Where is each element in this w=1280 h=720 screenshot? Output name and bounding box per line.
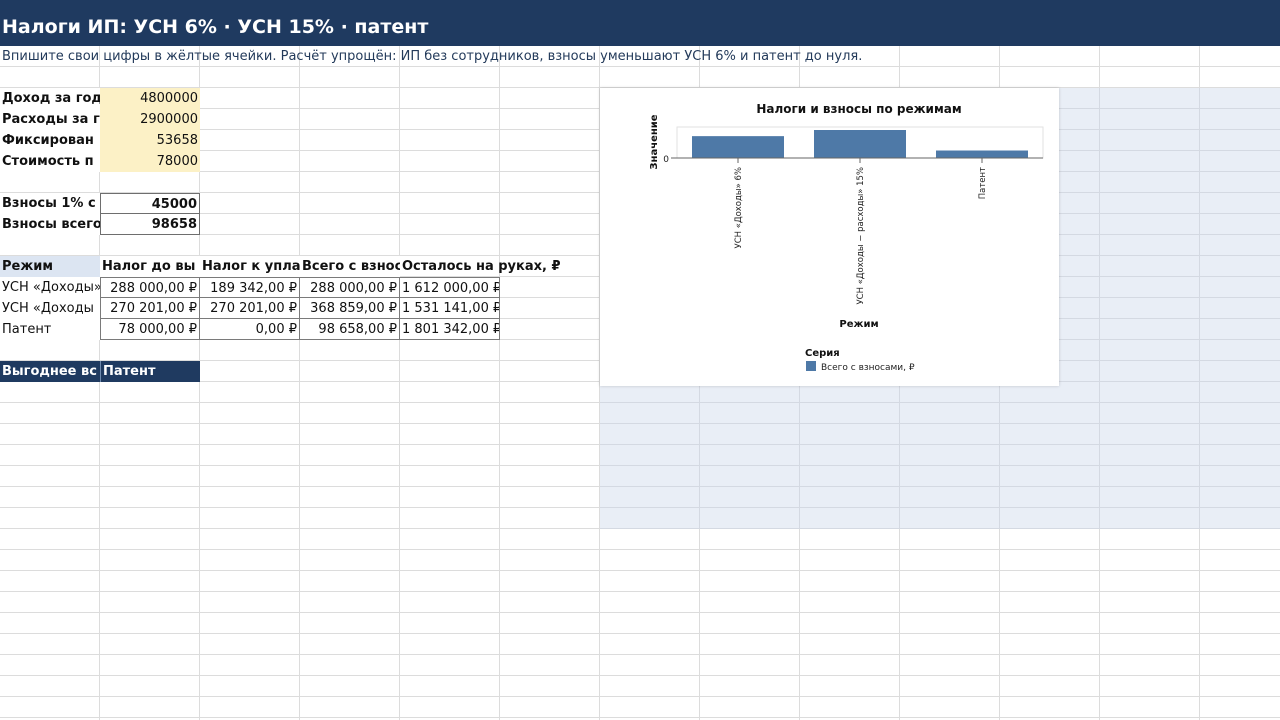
x-tick-label-3: Патент: [978, 167, 988, 199]
contrib-1pct-value[interactable]: 45000: [100, 193, 200, 214]
table-row-2-tax-before[interactable]: 270 201,00 ₽: [100, 298, 200, 319]
input-patent-cost[interactable]: 78000: [100, 151, 200, 172]
input-label-fixed: Фиксирован: [0, 130, 100, 151]
input-label-patent-cost: Стоимость п: [0, 151, 100, 172]
table-row-2-total[interactable]: 368 859,00 ₽: [300, 298, 400, 319]
table-header-mode: Режим: [0, 256, 100, 277]
table-row-2-mode[interactable]: УСН «Доходы: [0, 298, 100, 319]
legend-swatch: [806, 361, 816, 371]
x-tick-label-2: УСН «Доходы − расходы» 15%: [856, 167, 866, 305]
contrib-label-total: Взносы всего: [0, 214, 100, 235]
table-row-1-mode[interactable]: УСН «Доходы»: [0, 277, 100, 298]
bar-2: [814, 130, 906, 158]
bar-chart: Налоги и взносы по режимам Значение 0 УСН «…: [649, 102, 1044, 373]
table-row-3-tax-before[interactable]: 78 000,00 ₽: [100, 319, 200, 340]
x-axis-label: Режим: [839, 319, 878, 330]
table-row-1-remaining[interactable]: 1 612 000,00 ₽: [400, 277, 500, 298]
table-header-total: Всего с взнос: [300, 256, 400, 277]
legend-title: Серия: [805, 348, 840, 359]
chart-title: Налоги и взносы по режимам: [756, 102, 961, 116]
contrib-total-value[interactable]: 98658: [100, 214, 200, 235]
table-row-2-remaining[interactable]: 1 531 141,00 ₽: [400, 298, 500, 319]
contrib-label-1pct: Взносы 1% с: [0, 193, 100, 214]
table-header-tax-before: Налог до вы: [100, 256, 200, 277]
y-tick-label: 0: [663, 155, 669, 165]
input-expenses[interactable]: 2900000: [100, 109, 200, 130]
table-row-1-tax-before[interactable]: 288 000,00 ₽: [100, 277, 200, 298]
bar-3: [936, 150, 1028, 158]
best-option-label: Выгоднее вс: [0, 361, 100, 382]
y-axis-label: Значение: [649, 114, 660, 169]
page-title: Налоги ИП: УСН 6% · УСН 15% · патент: [2, 16, 429, 38]
input-label-income: Доход за год,: [0, 88, 100, 109]
table-row-1-tax-payable[interactable]: 189 342,00 ₽: [200, 277, 300, 298]
table-row-3-tax-payable[interactable]: 0,00 ₽: [200, 319, 300, 340]
table-header-tax-payable: Налог к упла: [200, 256, 300, 277]
page-subtitle: Впишите свои цифры в жёлтые ячейки. Расч…: [2, 49, 863, 64]
x-tick-label-1: УСН «Доходы» 6%: [734, 167, 744, 248]
table-row-2-tax-payable[interactable]: 270 201,00 ₽: [200, 298, 300, 319]
table-header-remaining: Осталось на руках, ₽: [402, 259, 560, 274]
table-row-3-total[interactable]: 98 658,00 ₽: [300, 319, 400, 340]
table-row-1-total[interactable]: 288 000,00 ₽: [300, 277, 400, 298]
bar-1: [692, 136, 784, 158]
chart-panel[interactable]: Налоги и взносы по режимам Значение 0 УСН «…: [600, 88, 1059, 386]
best-option-value[interactable]: Патент: [100, 361, 200, 382]
table-row-3-mode[interactable]: Патент: [0, 319, 100, 340]
input-income[interactable]: 4800000: [100, 88, 200, 109]
input-fixed[interactable]: 53658: [100, 130, 200, 151]
input-label-expenses: Расходы за г: [0, 109, 100, 130]
legend-label: Всего с взносами, ₽: [821, 363, 915, 373]
table-row-3-remaining[interactable]: 1 801 342,00 ₽: [400, 319, 500, 340]
